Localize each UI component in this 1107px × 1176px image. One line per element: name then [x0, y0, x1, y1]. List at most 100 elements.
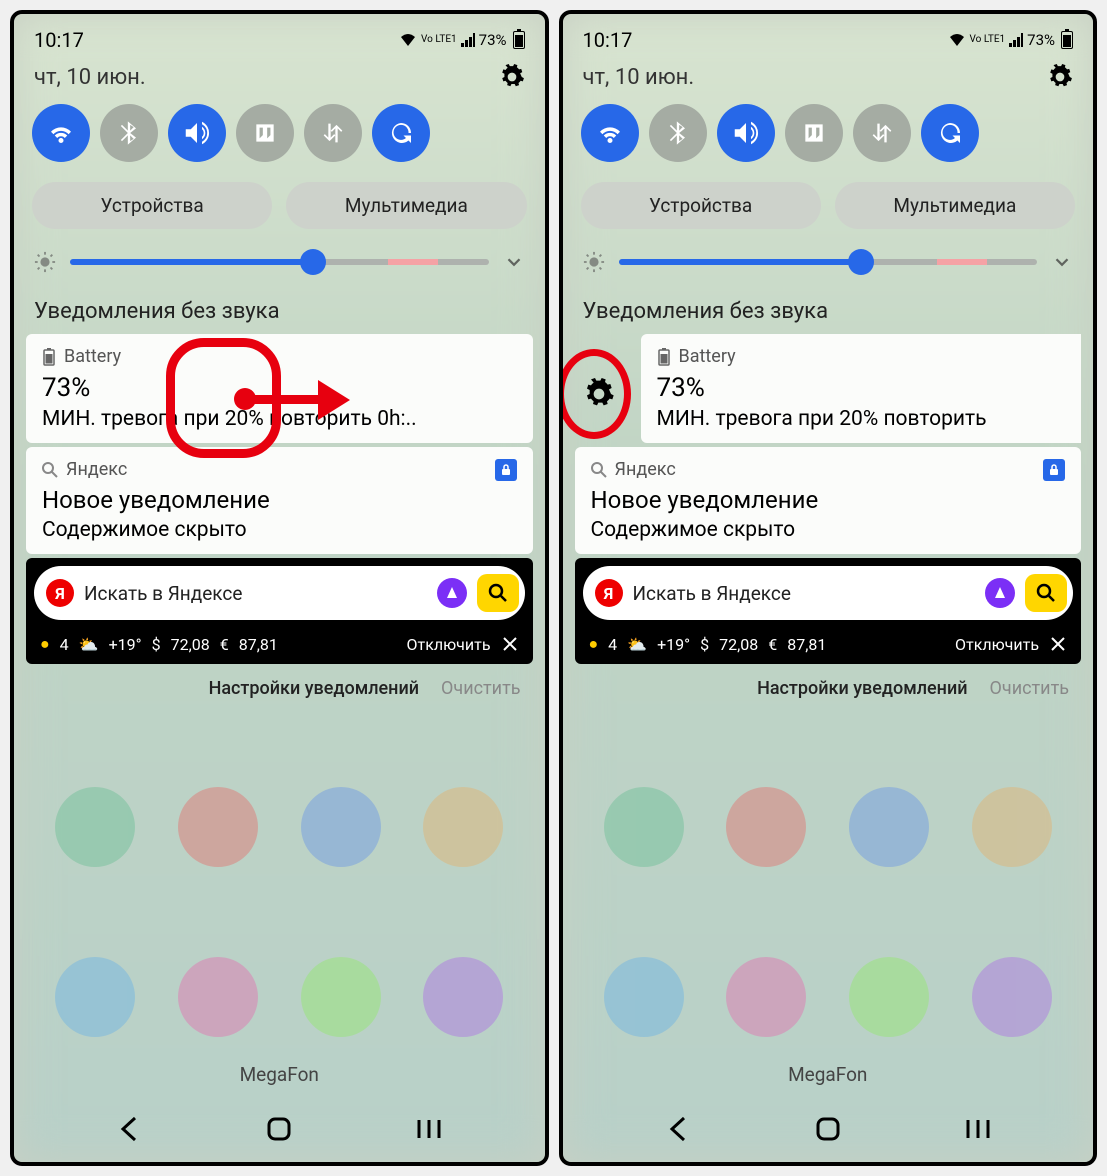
- clear-button[interactable]: Очистить: [990, 678, 1069, 699]
- battery-app-row: Battery: [657, 346, 1066, 367]
- eur-rate: 87,81: [787, 635, 826, 654]
- sun-icon: [34, 251, 56, 273]
- qs-sound[interactable]: [168, 104, 226, 162]
- status-time: 10:17: [34, 28, 84, 52]
- back-button[interactable]: [109, 1114, 149, 1144]
- section-title: Уведомления без звука: [14, 291, 545, 334]
- qs-nfc[interactable]: [236, 104, 294, 162]
- qs-sound[interactable]: [717, 104, 775, 162]
- brightness-slider[interactable]: [619, 249, 1038, 275]
- notification-settings-gear-icon[interactable]: [583, 378, 615, 410]
- date-text: чт, 10 июн.: [583, 65, 695, 90]
- qs-rotate[interactable]: [372, 104, 430, 162]
- settings-icon[interactable]: [1047, 64, 1073, 90]
- qs-bluetooth[interactable]: [649, 104, 707, 162]
- yandex-notification[interactable]: Яндекс Новое уведомление Содержимое скры…: [26, 447, 533, 554]
- section-title: Уведомления без звука: [563, 291, 1094, 334]
- weather-cloud-icon: ⛅: [627, 635, 647, 654]
- weather-temp: +19°: [109, 635, 142, 654]
- clear-button[interactable]: Очистить: [441, 678, 520, 699]
- eur-label: €: [220, 635, 229, 654]
- alice-icon[interactable]: [437, 578, 467, 608]
- qs-wifi[interactable]: [32, 104, 90, 162]
- status-bar: 10:17 Vo LTE1 73%: [563, 14, 1094, 58]
- yandex-widget[interactable]: Я Искать в Яндексе ● 4 ⛅ +19° $72,08 €87…: [26, 558, 533, 664]
- disable-label[interactable]: Отключить: [407, 635, 491, 654]
- close-icon[interactable]: [501, 635, 519, 653]
- weather-temp: +19°: [657, 635, 690, 654]
- yandex-app-name: Яндекс: [66, 459, 127, 480]
- qs-nfc[interactable]: [785, 104, 843, 162]
- battery-notification[interactable]: Battery 73% МИН. тревога при 20% повтори…: [26, 334, 533, 443]
- status-bar: 10:17 Vo LTE1 73%: [14, 14, 545, 58]
- date-row: чт, 10 июн.: [14, 58, 545, 98]
- yandex-info-bar: ● 4 ⛅ +19° $72,08 €87,81 Отключить: [575, 628, 1082, 664]
- battery-notif-body: МИН. тревога при 20% повторить: [657, 407, 1066, 431]
- yandex-widget[interactable]: Я Искать в Яндексе ● 4 ⛅ +19° $72,08 €87…: [575, 558, 1082, 664]
- wifi-icon: [948, 33, 966, 47]
- network-label: Vo LTE1: [970, 35, 1006, 45]
- phone-left: 10:17 Vo LTE1 73% чт, 10 июн. Устройства…: [10, 10, 549, 1166]
- settings-icon[interactable]: [499, 64, 525, 90]
- yandex-search-bar[interactable]: Я Искать в Яндексе: [583, 566, 1074, 620]
- brightness-row: [563, 239, 1094, 291]
- yandex-search-button[interactable]: [477, 574, 519, 612]
- status-time: 10:17: [583, 28, 633, 52]
- yandex-search-button[interactable]: [1025, 574, 1067, 612]
- battery-app-icon: [42, 348, 56, 366]
- home-button[interactable]: [808, 1114, 848, 1144]
- recents-button[interactable]: [409, 1114, 449, 1144]
- yandex-logo-icon: Я: [595, 579, 623, 607]
- phone-right: 10:17 Vo LTE1 73% чт, 10 июн. Устройства…: [559, 10, 1098, 1166]
- notification-settings-link[interactable]: Настройки уведомлений: [209, 678, 419, 699]
- battery-icon: [1061, 31, 1073, 49]
- qs-data-transfer[interactable]: [304, 104, 362, 162]
- pills-row: Устройства Мультимедиа: [14, 168, 545, 239]
- qs-bluetooth[interactable]: [100, 104, 158, 162]
- media-pill[interactable]: Мультимедиа: [835, 182, 1075, 229]
- qs-wifi[interactable]: [581, 104, 639, 162]
- yandex-app-name: Яндекс: [615, 459, 676, 480]
- yandex-search-placeholder: Искать в Яндексе: [84, 582, 427, 605]
- status-icons: Vo LTE1 73%: [948, 31, 1074, 49]
- notifications-container: Battery 73% МИН. тревога при 20% повтори…: [563, 334, 1094, 664]
- devices-pill[interactable]: Устройства: [581, 182, 821, 229]
- media-pill[interactable]: Мультимедиа: [286, 182, 526, 229]
- sun-icon: [583, 251, 605, 273]
- lock-badge: [495, 459, 517, 481]
- devices-pill[interactable]: Устройства: [32, 182, 272, 229]
- brightness-slider[interactable]: [70, 249, 489, 275]
- back-button[interactable]: [658, 1114, 698, 1144]
- status-icons: Vo LTE1 73%: [399, 31, 525, 49]
- yandex-app-row: Яндекс: [591, 459, 1066, 480]
- lock-badge: [1043, 459, 1065, 481]
- battery-app-name: Battery: [64, 346, 121, 367]
- usd-rate: 72,08: [719, 635, 758, 654]
- weather-dot-val: 4: [60, 635, 69, 654]
- yandex-search-bar[interactable]: Я Искать в Яндексе: [34, 566, 525, 620]
- qs-rotate[interactable]: [921, 104, 979, 162]
- alice-icon[interactable]: [985, 578, 1015, 608]
- expand-icon[interactable]: [503, 251, 525, 273]
- expand-icon[interactable]: [1051, 251, 1073, 273]
- yandex-notification[interactable]: Яндекс Новое уведомление Содержимое скры…: [575, 447, 1082, 554]
- battery-notif-body: МИН. тревога при 20% повторить 0h:..: [42, 407, 517, 431]
- close-icon[interactable]: [1049, 635, 1067, 653]
- notifications-container: Battery 73% МИН. тревога при 20% повтори…: [14, 334, 545, 664]
- battery-app-icon: [657, 348, 671, 366]
- qs-data-transfer[interactable]: [853, 104, 911, 162]
- notification-actions: Настройки уведомлений Очистить: [563, 664, 1094, 713]
- pills-row: Устройства Мультимедиа: [563, 168, 1094, 239]
- wifi-icon: [399, 33, 417, 47]
- home-button[interactable]: [259, 1114, 299, 1144]
- battery-notification-shifted[interactable]: Battery 73% МИН. тревога при 20% повтори…: [641, 334, 1082, 443]
- notification-settings-link[interactable]: Настройки уведомлений: [757, 678, 967, 699]
- yandex-app-row: Яндекс: [42, 459, 517, 480]
- recents-button[interactable]: [958, 1114, 998, 1144]
- search-icon: [591, 462, 607, 478]
- network-label: Vo LTE1: [421, 35, 457, 45]
- usd-label: $: [700, 635, 709, 654]
- usd-label: $: [152, 635, 161, 654]
- disable-label[interactable]: Отключить: [955, 635, 1039, 654]
- carrier-label: MegaFon: [14, 1049, 545, 1100]
